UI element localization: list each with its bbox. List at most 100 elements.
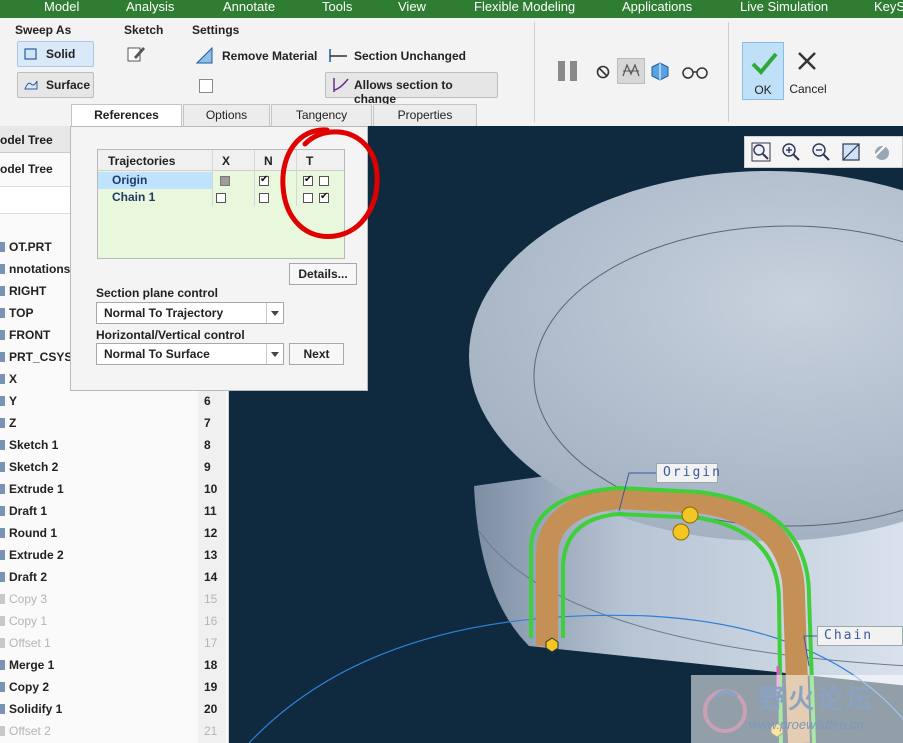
forum-logo-icon [703, 689, 747, 733]
tree-item-label: Extrude 2 [9, 548, 64, 562]
cancel-button[interactable]: Cancel [786, 42, 830, 100]
zoom-in-icon[interactable] [781, 142, 801, 162]
menu-tools[interactable]: Tools [322, 0, 352, 18]
tree-item[interactable]: Offset 2 21 [0, 720, 222, 742]
zoom-out-icon[interactable] [811, 142, 831, 162]
menu-keyshot[interactable]: KeyS [874, 0, 903, 18]
model-tree-tab[interactable]: odel Tree [0, 126, 70, 153]
refit-icon[interactable] [751, 142, 771, 162]
ribbon-separator [534, 22, 535, 122]
tree-item-label: Copy 1 [9, 614, 48, 628]
menu-live-simulation[interactable]: Live Simulation [740, 0, 828, 18]
repaint-icon[interactable] [841, 142, 861, 162]
display-style-icon[interactable] [871, 142, 891, 162]
tree-item[interactable]: Draft 1 11 [0, 500, 222, 522]
menu-model[interactable]: Model [44, 0, 79, 18]
menu-flexible-modeling[interactable]: Flexible Modeling [474, 0, 575, 18]
tree-item[interactable]: Z7 [0, 412, 222, 434]
ribbon-separator-2 [728, 22, 729, 122]
menu-view[interactable]: View [398, 0, 426, 18]
tree-item-number: 9 [204, 460, 211, 474]
feature-icon [0, 242, 5, 252]
tree-item-number: 8 [204, 438, 211, 452]
tree-item-label: Draft 2 [9, 570, 48, 584]
feature-icon [0, 550, 5, 560]
feature-icon [0, 572, 5, 582]
section-unchanged-icon [329, 49, 347, 62]
tree-item-label: Offset 1 [9, 636, 51, 650]
thicken-checkbox[interactable] [199, 79, 213, 93]
col-n-header: N [264, 154, 273, 168]
tree-item[interactable]: Extrude 2 13 [0, 544, 222, 566]
origin-n-checkbox[interactable] [259, 174, 269, 186]
tree-item[interactable]: Draft 2 14 [0, 566, 222, 588]
next-button[interactable]: Next [289, 343, 344, 365]
cancel-label: Cancel [789, 82, 827, 96]
no-preview-icon[interactable] [595, 64, 611, 80]
tab-properties[interactable]: Properties [373, 104, 477, 126]
feature-icon [0, 308, 5, 318]
solid-label: Solid [46, 47, 76, 61]
ok-button[interactable]: OK [742, 42, 784, 100]
chain1-n-checkbox[interactable] [259, 193, 269, 203]
tree-item[interactable]: Sketch 1 8 [0, 434, 222, 456]
tree-item[interactable]: Round 1 12 [0, 522, 222, 544]
tree-item[interactable]: Copy 3 15 [0, 588, 222, 610]
trajectory-row-origin[interactable]: Origin [98, 172, 212, 189]
menu-annotate[interactable]: Annotate [223, 0, 275, 18]
tree-item-number: 21 [204, 724, 218, 738]
allows-section-change-option[interactable]: Allows section to change [325, 72, 498, 106]
tree-item-number: 14 [204, 570, 218, 584]
tree-item-label: Copy 3 [9, 592, 48, 606]
tree-item-number: 6 [204, 394, 211, 408]
feature-icon [0, 638, 5, 648]
menu-applications[interactable]: Applications [622, 0, 692, 18]
solid-button[interactable]: Solid [17, 41, 94, 67]
tree-item-label: Extrude 1 [9, 482, 64, 496]
section-plane-control-value: Normal To Trajectory [104, 306, 224, 320]
solid-preview-icon[interactable] [649, 61, 671, 81]
tree-item[interactable]: Solidify 1 20 [0, 698, 222, 720]
pause-icon[interactable] [556, 60, 580, 82]
section-plane-control-select[interactable]: Normal To Trajectory [96, 302, 284, 324]
hv-control-select[interactable]: Normal To Surface [96, 343, 284, 365]
tree-item[interactable]: Copy 1 16 [0, 610, 222, 632]
glasses-preview-icon[interactable] [681, 63, 709, 81]
tree-item[interactable]: Sketch 2 9 [0, 456, 222, 478]
sweep-as-label: Sweep As [15, 23, 72, 37]
trajectories-header-label: Trajectories [108, 154, 176, 168]
tree-item-label: nnotations [9, 262, 71, 276]
section-plane-control-label: Section plane control [96, 286, 219, 300]
red-annotation-circle [280, 127, 380, 239]
feature-icon [0, 418, 5, 428]
tree-item[interactable]: Copy 2 19 [0, 676, 222, 698]
menu-analysis[interactable]: Analysis [126, 0, 174, 18]
tree-item-label: OT.PRT [9, 240, 52, 254]
sketch-icon[interactable] [126, 44, 146, 64]
surface-button[interactable]: Surface [17, 72, 94, 98]
mesh-preview-button[interactable] [617, 58, 645, 84]
tree-item[interactable]: Merge 1 18 [0, 654, 222, 676]
details-button[interactable]: Details... [289, 263, 357, 285]
tree-item-number: 10 [204, 482, 218, 496]
tree-item-number: 19 [204, 680, 218, 694]
section-unchanged-option[interactable]: Section Unchanged [328, 46, 468, 66]
chevron-down-icon [266, 303, 283, 323]
tree-item[interactable]: Y6 [0, 390, 222, 412]
variable-section-icon [333, 78, 349, 92]
chain1-x-checkbox[interactable] [216, 193, 226, 203]
tab-options[interactable]: Options [183, 104, 270, 126]
watermark-url: www.proewildfire.cn [749, 717, 864, 732]
tab-tangency[interactable]: Tangency [271, 104, 372, 126]
feature-icon [0, 528, 5, 538]
feature-icon [0, 660, 5, 670]
feature-icon [0, 396, 5, 406]
feature-icon [0, 682, 5, 692]
tree-item[interactable]: Offset 1 17 [0, 632, 222, 654]
tree-item[interactable]: Extrude 1 10 [0, 478, 222, 500]
tab-references[interactable]: References [71, 104, 182, 127]
remove-material-toggle[interactable]: Remove Material [196, 46, 320, 66]
tree-item-number: 20 [204, 702, 218, 716]
forum-watermark: 野火论坛 www.proewildfire.cn [691, 675, 903, 743]
origin-x-checkbox [220, 176, 230, 186]
